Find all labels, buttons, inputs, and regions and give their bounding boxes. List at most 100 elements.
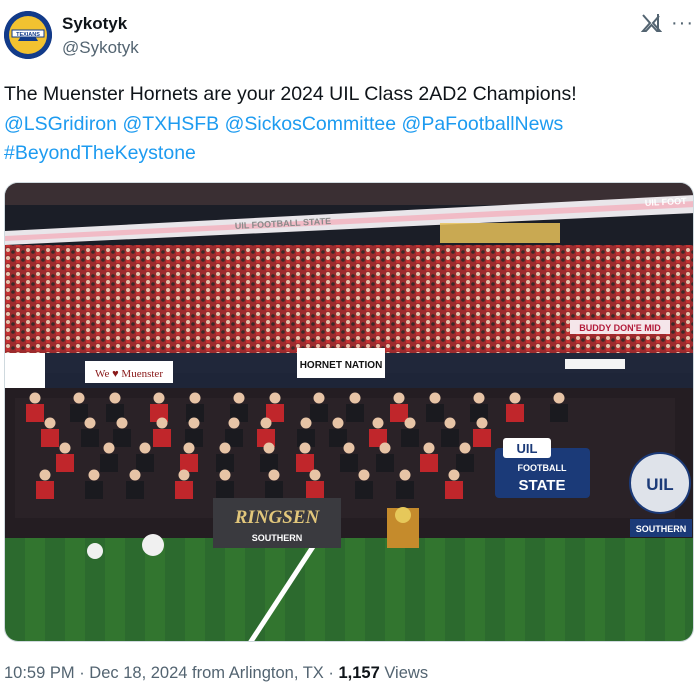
player-jersey <box>441 429 459 447</box>
player-face <box>156 417 168 429</box>
player-jersey <box>85 481 103 499</box>
player-face <box>553 392 565 404</box>
player-jersey <box>550 404 568 422</box>
player-jersey <box>175 481 193 499</box>
tweet-intro: The Muenster Hornets are your 2024 UIL C… <box>4 83 577 105</box>
player-jersey <box>329 429 347 447</box>
player-face <box>358 469 370 481</box>
player-jersey <box>41 429 59 447</box>
player-face <box>84 417 96 429</box>
user-handle[interactable]: @Sykotyk <box>62 38 139 58</box>
player-jersey <box>70 404 88 422</box>
logo-state-text: STATE <box>519 477 566 494</box>
player-face <box>228 417 240 429</box>
player-face <box>219 442 231 454</box>
player-jersey <box>355 481 373 499</box>
player-jersey <box>426 404 444 422</box>
views-label: Views <box>379 664 429 682</box>
player-jersey <box>390 404 408 422</box>
player-face <box>129 469 141 481</box>
grok-icon[interactable] <box>640 12 663 34</box>
player-face <box>404 417 416 429</box>
tweet-date[interactable]: Dec 18, 2024 <box>89 664 187 682</box>
ring-banner-text: RINGSEN <box>234 507 321 528</box>
player-jersey <box>376 454 394 472</box>
hashtag-beyondthekeystone[interactable]: #BeyondTheKeystone <box>4 142 196 164</box>
player-face <box>178 469 190 481</box>
player-face <box>309 469 321 481</box>
player-jersey <box>445 481 463 499</box>
player-jersey <box>216 481 234 499</box>
player-jersey <box>310 404 328 422</box>
player-face <box>300 417 312 429</box>
player-face <box>189 392 201 404</box>
sign-muenster: We ♥ Muenster <box>95 368 163 380</box>
tweet-location: from Arlington, TX <box>187 664 324 682</box>
player-jersey <box>56 454 74 472</box>
ringsen-banner: RINGSEN SOUTHERN <box>213 498 341 548</box>
player-face <box>343 442 355 454</box>
player-face <box>444 417 456 429</box>
ring-sub-text: SOUTHERN <box>252 533 303 543</box>
player-face <box>372 417 384 429</box>
player-face <box>269 392 281 404</box>
player-face <box>473 392 485 404</box>
badge-southern-text: SOUTHERN <box>636 524 687 534</box>
player-face <box>260 417 272 429</box>
player-jersey <box>340 454 358 472</box>
player-face <box>73 392 85 404</box>
player-face <box>459 442 471 454</box>
player-jersey <box>401 429 419 447</box>
player-face <box>116 417 128 429</box>
player-face <box>39 469 51 481</box>
player-jersey <box>180 454 198 472</box>
tweet-photo[interactable]: UIL FOOTBALL STATE UIL FOOT We ♥ Muenste… <box>4 182 694 642</box>
player-face <box>139 442 151 454</box>
player-jersey <box>153 429 171 447</box>
player-face <box>393 392 405 404</box>
tweet-meta: 10:59 PM · Dec 18, 2024 from Arlington, … <box>4 664 428 683</box>
mention-sickoscommittee[interactable]: @SickosCommittee <box>225 113 397 135</box>
tweet-time[interactable]: 10:59 PM <box>4 664 75 682</box>
player-face <box>423 442 435 454</box>
badge-uil-text: UIL <box>646 475 673 494</box>
mention-txhsfb[interactable]: @TXHSFB <box>122 113 219 135</box>
player-jersey <box>113 429 131 447</box>
player-face <box>448 469 460 481</box>
trophy <box>387 507 419 548</box>
player-face <box>188 417 200 429</box>
avatar[interactable]: TEXIANS <box>4 11 52 59</box>
player-face <box>379 442 391 454</box>
more-icon[interactable]: ··· <box>671 13 694 33</box>
player-face <box>509 392 521 404</box>
player-face <box>219 469 231 481</box>
player-jersey <box>306 481 324 499</box>
player-face <box>313 392 325 404</box>
player-jersey <box>36 481 54 499</box>
player-face <box>429 392 441 404</box>
player-face <box>299 442 311 454</box>
player-face <box>476 417 488 429</box>
player-face <box>263 442 275 454</box>
player-face <box>29 392 41 404</box>
mention-lsgridiron[interactable]: @LSGridiron <box>4 113 117 135</box>
player-face <box>59 442 71 454</box>
player-face <box>103 442 115 454</box>
player-jersey <box>420 454 438 472</box>
player-jersey <box>296 454 314 472</box>
player-face <box>44 417 56 429</box>
views-count: 1,157 <box>338 664 380 682</box>
player-jersey <box>126 481 144 499</box>
player-face <box>153 392 165 404</box>
player-jersey <box>396 481 414 499</box>
player-jersey <box>216 454 234 472</box>
uil-badge: UIL SOUTHERN <box>629 452 692 537</box>
player-jersey <box>456 454 474 472</box>
player-face <box>88 469 100 481</box>
player-jersey <box>473 429 491 447</box>
logo-uil-text: UIL <box>517 441 538 456</box>
display-name[interactable]: Sykotyk <box>62 14 127 34</box>
player-jersey <box>260 454 278 472</box>
mention-pafootballnews[interactable]: @PaFootballNews <box>402 113 564 135</box>
player-face <box>332 417 344 429</box>
